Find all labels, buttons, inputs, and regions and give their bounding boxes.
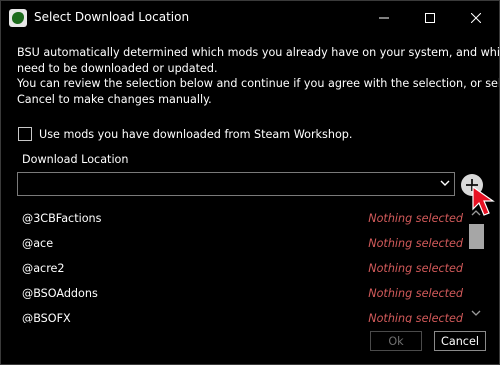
dialog-window: Select Download Location BSU automatical… — [0, 0, 500, 365]
description-line: You can review the selection below and c… — [17, 77, 500, 90]
mod-name: @BSOAddons — [22, 287, 98, 300]
mod-name: @acre2 — [22, 262, 65, 275]
workshop-option[interactable]: Use mods you have downloaded from Steam … — [18, 126, 352, 142]
chevron-down-icon — [440, 180, 450, 186]
description-line: need to be downloaded or updated. — [17, 61, 218, 75]
mod-name: @BSOFX — [22, 312, 71, 323]
mod-status[interactable]: Nothing selected — [368, 212, 463, 225]
scrollbar-thumb[interactable] — [469, 224, 484, 249]
download-location-label: Download Location — [22, 153, 129, 166]
workshop-checkbox-label[interactable]: Use mods you have downloaded from Steam … — [39, 128, 352, 141]
description-line: BSU automatically determined which mods … — [17, 46, 500, 59]
minimize-icon — [379, 17, 389, 19]
mod-status[interactable]: Nothing selected — [368, 287, 463, 300]
minimize-button[interactable] — [361, 1, 407, 35]
mod-name: @3CBFactions — [22, 212, 102, 225]
app-logo-icon — [9, 9, 27, 27]
window-title: Select Download Location — [34, 10, 190, 24]
description-line: Cancel to make changes manually. — [17, 92, 212, 106]
scroll-down-icon[interactable] — [471, 309, 481, 317]
maximize-button[interactable] — [407, 1, 453, 35]
mod-status[interactable]: Nothing selected — [368, 312, 463, 323]
mod-name: @ace — [22, 237, 54, 250]
list-item[interactable]: @acre2 Nothing selected — [17, 257, 465, 282]
title-bar[interactable]: Select Download Location — [1, 1, 499, 35]
list-item[interactable]: @BSOFX Nothing selected — [17, 307, 465, 323]
list-scrollbar[interactable] — [467, 207, 485, 323]
close-icon — [471, 13, 481, 23]
ok-button[interactable]: Ok — [370, 331, 422, 351]
scroll-up-icon[interactable] — [471, 209, 481, 217]
mods-list[interactable]: @3CBFactions Nothing selected @ace Nothi… — [17, 207, 465, 323]
mod-status[interactable]: Nothing selected — [368, 237, 463, 250]
maximize-icon — [425, 13, 435, 23]
list-item[interactable]: @ace Nothing selected — [17, 232, 465, 257]
close-button[interactable] — [453, 1, 499, 35]
download-location-select[interactable] — [17, 172, 455, 196]
mod-status[interactable]: Nothing selected — [368, 262, 463, 275]
workshop-checkbox[interactable] — [18, 127, 32, 141]
list-item[interactable]: @3CBFactions Nothing selected — [17, 207, 465, 232]
list-item[interactable]: @BSOAddons Nothing selected — [17, 282, 465, 307]
description-text: BSU automatically determined which mods … — [17, 45, 500, 107]
cancel-button[interactable]: Cancel — [434, 331, 486, 351]
